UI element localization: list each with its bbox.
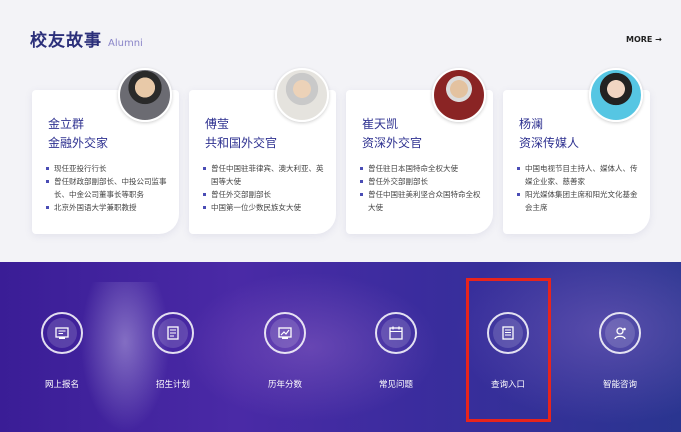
alumni-role: 资深外交官: [362, 136, 423, 150]
alumni-role: 资深传媒人: [519, 136, 580, 150]
online-register-icon: [55, 327, 69, 339]
bullet-item: 现任亚投行行长: [46, 162, 172, 175]
bullet-item: 北京外国语大学兼职教授: [46, 201, 172, 214]
bullet-item: 曾任外交部副部长: [360, 175, 486, 188]
avatar: [432, 68, 486, 122]
faq-icon: [389, 326, 403, 340]
entry-label: 招生计划: [155, 380, 190, 390]
entry-smart-consult[interactable]: 智能咨询: [580, 312, 660, 390]
bullet-item: 中国第一位少数民族女大使: [203, 201, 329, 214]
entry-past-scores[interactable]: 历年分数: [245, 312, 325, 390]
entry-faq[interactable]: 常见问题: [356, 312, 436, 390]
entry-label: 常见问题: [378, 380, 413, 390]
avatar: [118, 68, 172, 122]
more-link[interactable]: MORE →: [626, 35, 662, 44]
alumni-bullets: 曾任中国驻菲律宾、澳大利亚、英国等大使 曾任外交部副部长 中国第一位少数民族女大…: [203, 162, 329, 214]
highlight-box: [466, 278, 551, 422]
bullet-item: 曾任外交部副部长: [203, 188, 329, 201]
bullet-item: 曾任驻日本国特命全权大使: [360, 162, 486, 175]
bullet-item: 曾任财政部副部长、中投公司监事长、中金公司董事长等职务: [46, 175, 172, 201]
section-title-cn: 校友故事: [30, 31, 102, 51]
alumni-name: 杨澜: [519, 117, 544, 131]
avatar: [275, 68, 329, 122]
alumni-role: 共和国外交官: [205, 136, 278, 150]
alumni-name: 傅莹: [205, 117, 230, 131]
past-scores-icon: [278, 327, 292, 339]
avatar: [589, 68, 643, 122]
alumni-name: 崔天凯: [362, 117, 399, 131]
bullet-item: 阳光媒体集团主席和阳光文化基金会主席: [517, 188, 643, 214]
entry-enrollment-plan[interactable]: 招生计划: [133, 312, 213, 390]
alumni-role: 金融外交家: [48, 136, 109, 150]
section-title-en: Alumni: [108, 38, 143, 49]
entry-online-register[interactable]: 网上报名: [22, 312, 102, 390]
quick-entry-banner: 网上报名 招生计划 历年分数 常见问题 查询入口 智能咨询: [0, 262, 681, 432]
bullet-item: 曾任中国驻美利坚合众国特命全权大使: [360, 188, 486, 214]
entry-label: 网上报名: [44, 380, 79, 390]
bullet-item: 中国电视节目主持人、媒体人、传媒企业家、慈善家: [517, 162, 643, 188]
alumni-bullets: 曾任驻日本国特命全权大使 曾任外交部副部长 曾任中国驻美利坚合众国特命全权大使: [360, 162, 486, 214]
section-title: 校友故事 Alumni: [30, 26, 143, 51]
entry-label: 历年分数: [267, 380, 302, 390]
alumni-bullets: 中国电视节目主持人、媒体人、传媒企业家、慈善家 阳光媒体集团主席和阳光文化基金会…: [517, 162, 643, 214]
bullet-item: 曾任中国驻菲律宾、澳大利亚、英国等大使: [203, 162, 329, 188]
alumni-name: 金立群: [48, 117, 85, 131]
enrollment-plan-icon: [167, 326, 179, 340]
alumni-bullets: 现任亚投行行长 曾任财政部副部长、中投公司监事长、中金公司董事长等职务 北京外国…: [46, 162, 172, 214]
entry-label: 智能咨询: [602, 380, 637, 390]
smart-consult-icon: [614, 327, 626, 340]
